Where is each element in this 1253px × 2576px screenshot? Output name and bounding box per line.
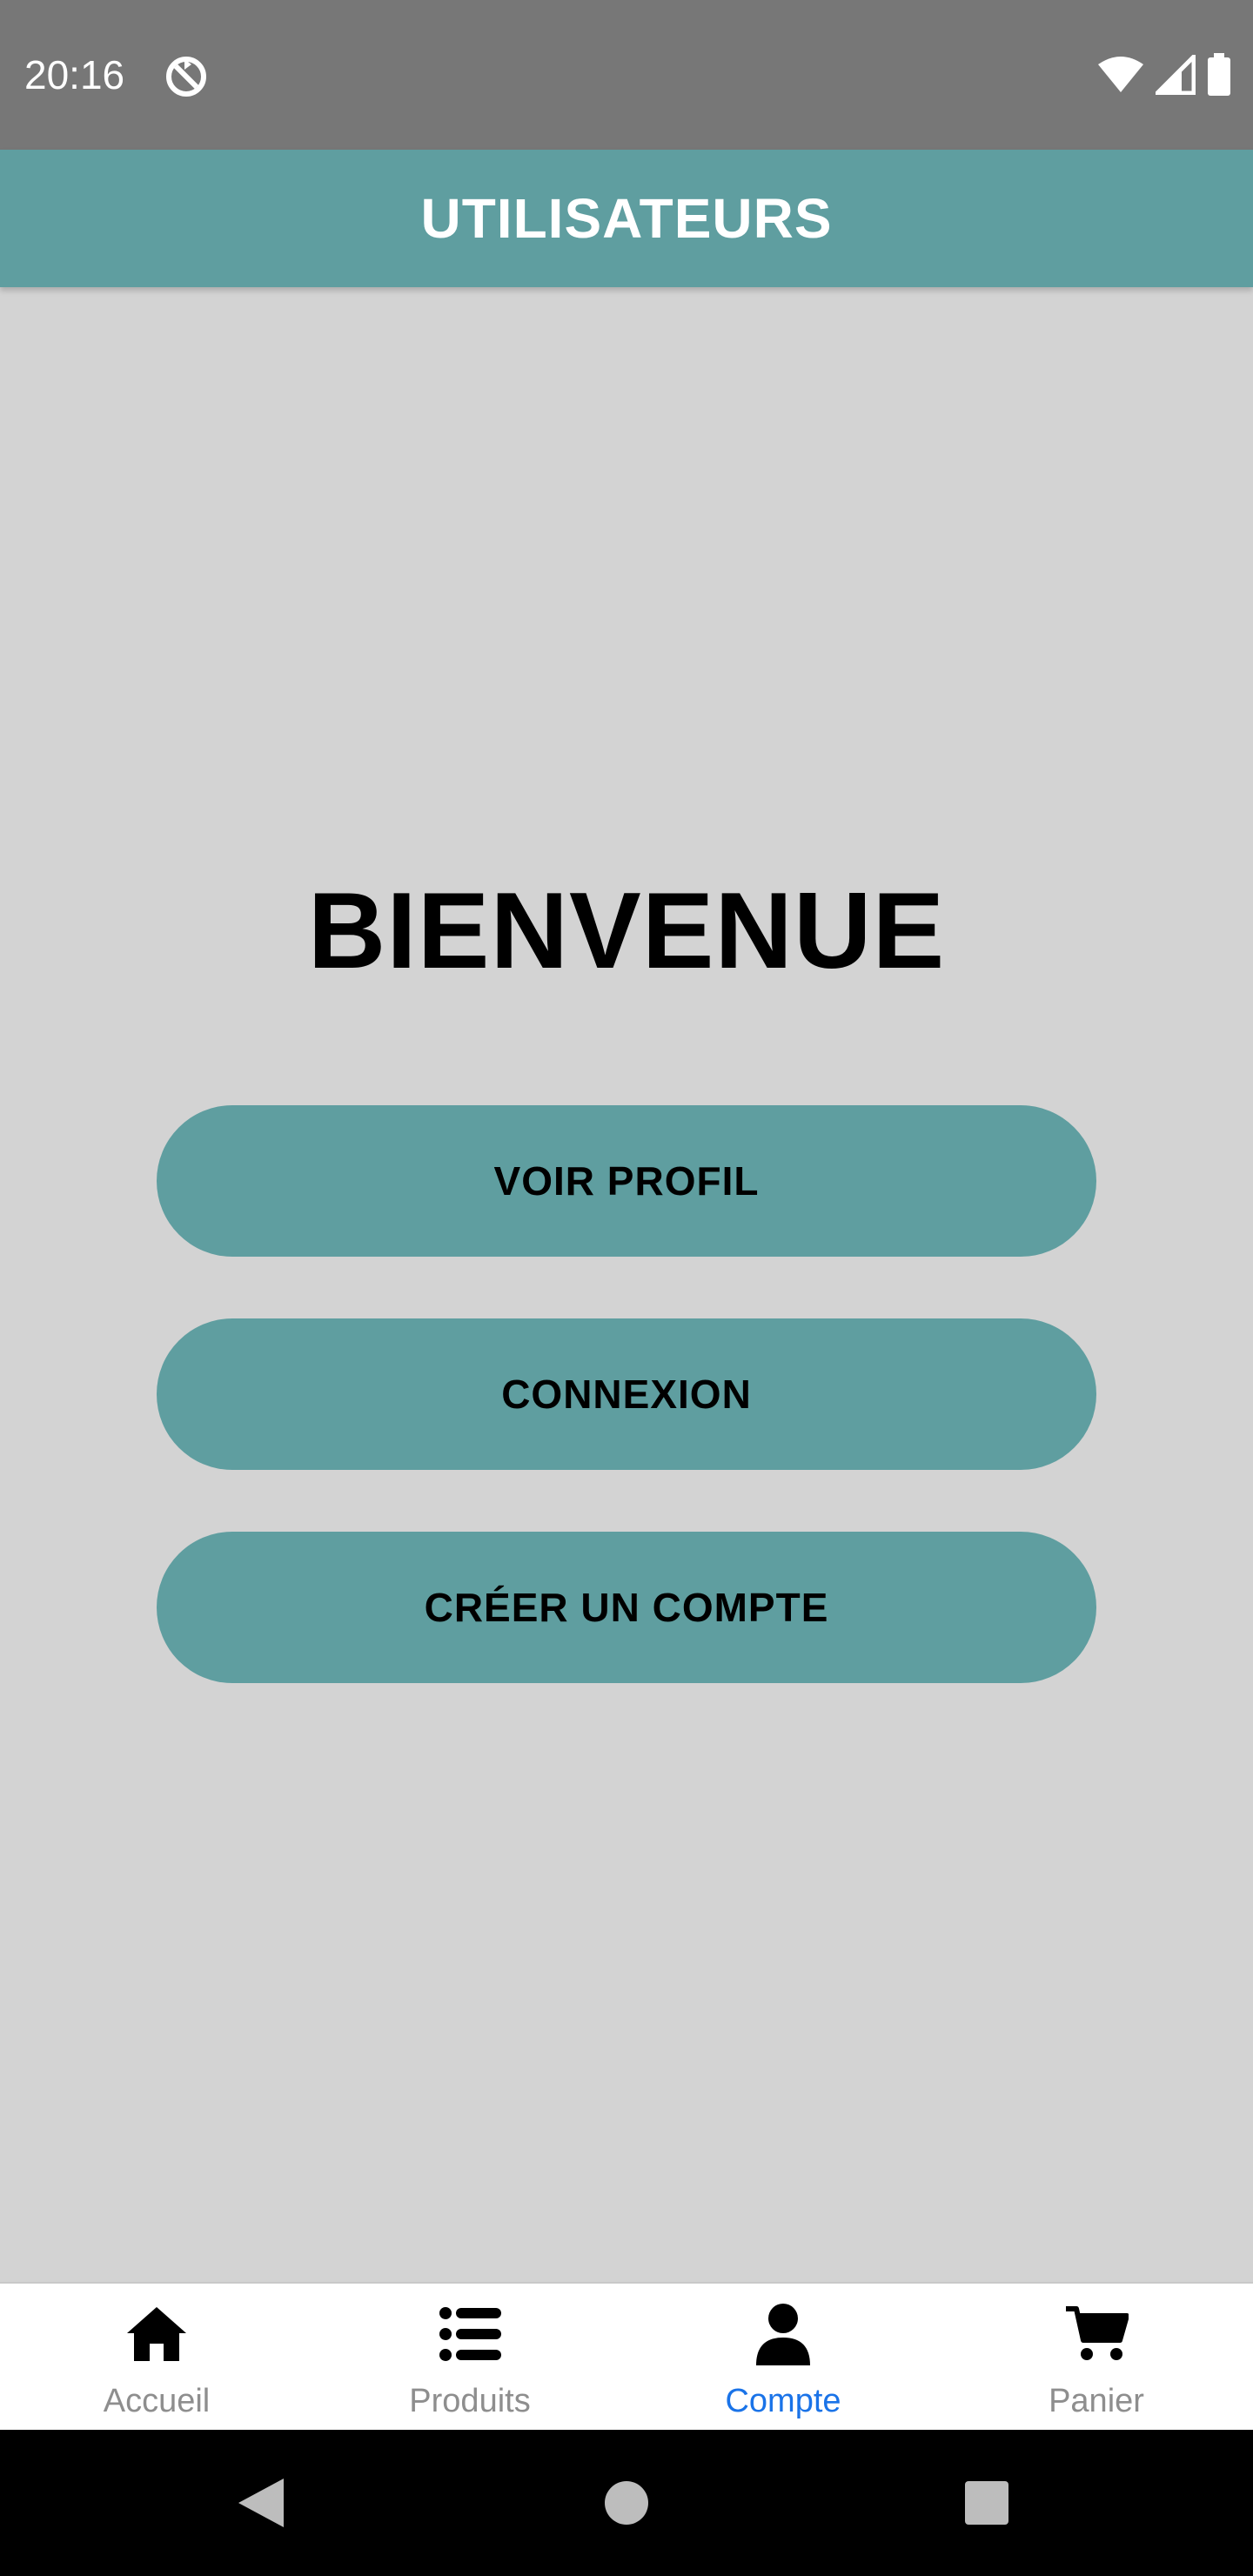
create-account-button[interactable]: CRÉER UN COMPTE: [157, 1532, 1096, 1683]
bottom-navigation: Accueil Produits Compte Panier: [0, 2282, 1253, 2430]
app-bar: UTILISATEURS: [0, 150, 1253, 287]
status-bar: 20:16: [0, 0, 1253, 150]
wifi-icon: [1096, 56, 1145, 98]
battery-icon: [1206, 52, 1232, 101]
nav-label-account: Compte: [725, 2383, 841, 2419]
back-icon[interactable]: [226, 2468, 296, 2538]
nav-item-products[interactable]: Produits: [313, 2284, 626, 2430]
view-profile-button[interactable]: VOIR PROFIL: [157, 1105, 1096, 1257]
status-icons: [1096, 50, 1232, 101]
nav-item-home[interactable]: Accueil: [0, 2284, 313, 2430]
cart-icon: [1062, 2299, 1131, 2369]
recents-icon[interactable]: [952, 2468, 1022, 2538]
home-circle-icon[interactable]: [592, 2468, 661, 2538]
status-time: 20:16: [24, 52, 125, 97]
system-navigation-bar: [0, 2430, 1253, 2576]
person-icon: [748, 2299, 818, 2369]
nav-item-cart[interactable]: Panier: [940, 2284, 1253, 2430]
nav-item-account[interactable]: Compte: [626, 2284, 940, 2430]
nav-label-cart: Panier: [1049, 2383, 1144, 2419]
nav-label-home: Accueil: [103, 2383, 211, 2419]
cellular-signal-icon: [1151, 50, 1196, 99]
nav-label-products: Produits: [409, 2383, 531, 2419]
page-title: UTILISATEURS: [420, 187, 833, 250]
login-button[interactable]: CONNEXION: [157, 1318, 1096, 1470]
welcome-heading: BIENVENUE: [307, 871, 946, 991]
home-icon: [122, 2299, 191, 2369]
list-icon: [435, 2299, 505, 2369]
sync-disabled-icon: [164, 54, 209, 99]
